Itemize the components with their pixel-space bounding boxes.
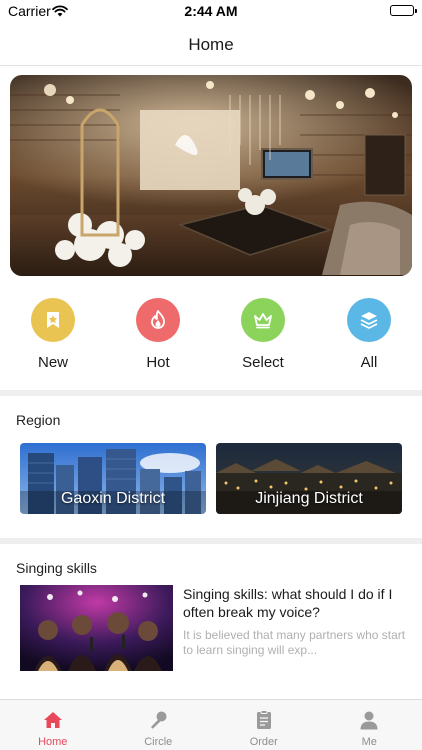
flame-icon: [136, 298, 180, 342]
category-all-label: All: [360, 354, 378, 371]
clock-time: 2:44 AM: [184, 3, 238, 19]
category-row: New Hot Select All: [0, 298, 422, 378]
article-item[interactable]: Singing skills: what should I do if I of…: [20, 585, 410, 671]
microphone-icon: [147, 709, 169, 731]
region-name-jinjiang: Jinjiang District: [255, 490, 363, 507]
battery-icon: [390, 5, 417, 16]
tab-circle[interactable]: Circle: [106, 700, 212, 750]
tab-bar: Home Circle Order Me: [0, 699, 422, 750]
section-divider: [0, 390, 422, 396]
article-thumbnail: [20, 585, 173, 671]
person-icon: [358, 709, 380, 731]
region-card-jinjiang[interactable]: Jinjiang District: [216, 443, 402, 514]
region-section-title: Region: [16, 412, 61, 428]
article-summary: It is believed that many partners who st…: [183, 628, 406, 657]
category-select-button[interactable]: Select: [223, 298, 303, 371]
tab-order-label: Order: [249, 736, 278, 748]
article-title: Singing skills: what should I do if I of…: [183, 586, 393, 620]
clipboard-icon: [253, 709, 275, 731]
tab-me[interactable]: Me: [317, 700, 422, 750]
navigation-bar: Home: [0, 22, 422, 66]
tab-order[interactable]: Order: [211, 700, 317, 750]
category-new-button[interactable]: New: [13, 298, 93, 371]
page-title: Home: [188, 35, 234, 54]
crown-icon: [241, 298, 285, 342]
region-card-gaoxin[interactable]: Gaoxin District: [20, 443, 206, 514]
layers-icon: [347, 298, 391, 342]
category-hot-label: Hot: [146, 354, 170, 371]
tab-circle-label: Circle: [144, 736, 173, 748]
section-divider: [0, 538, 422, 544]
category-all-button[interactable]: All: [329, 298, 409, 371]
category-hot-button[interactable]: Hot: [118, 298, 198, 371]
category-select-label: Select: [242, 354, 284, 371]
singing-section-title: Singing skills: [16, 560, 97, 576]
star-bookmark-icon: [31, 298, 75, 342]
tab-home-label: Home: [38, 736, 68, 748]
tab-home[interactable]: Home: [0, 700, 106, 750]
status-bar: Carrier 2:44 AM: [0, 0, 422, 22]
banner-image[interactable]: [10, 75, 412, 276]
category-new-label: New: [37, 354, 68, 371]
home-icon: [42, 709, 64, 731]
tab-me-label: Me: [361, 736, 377, 748]
region-name-gaoxin: Gaoxin District: [60, 490, 166, 507]
